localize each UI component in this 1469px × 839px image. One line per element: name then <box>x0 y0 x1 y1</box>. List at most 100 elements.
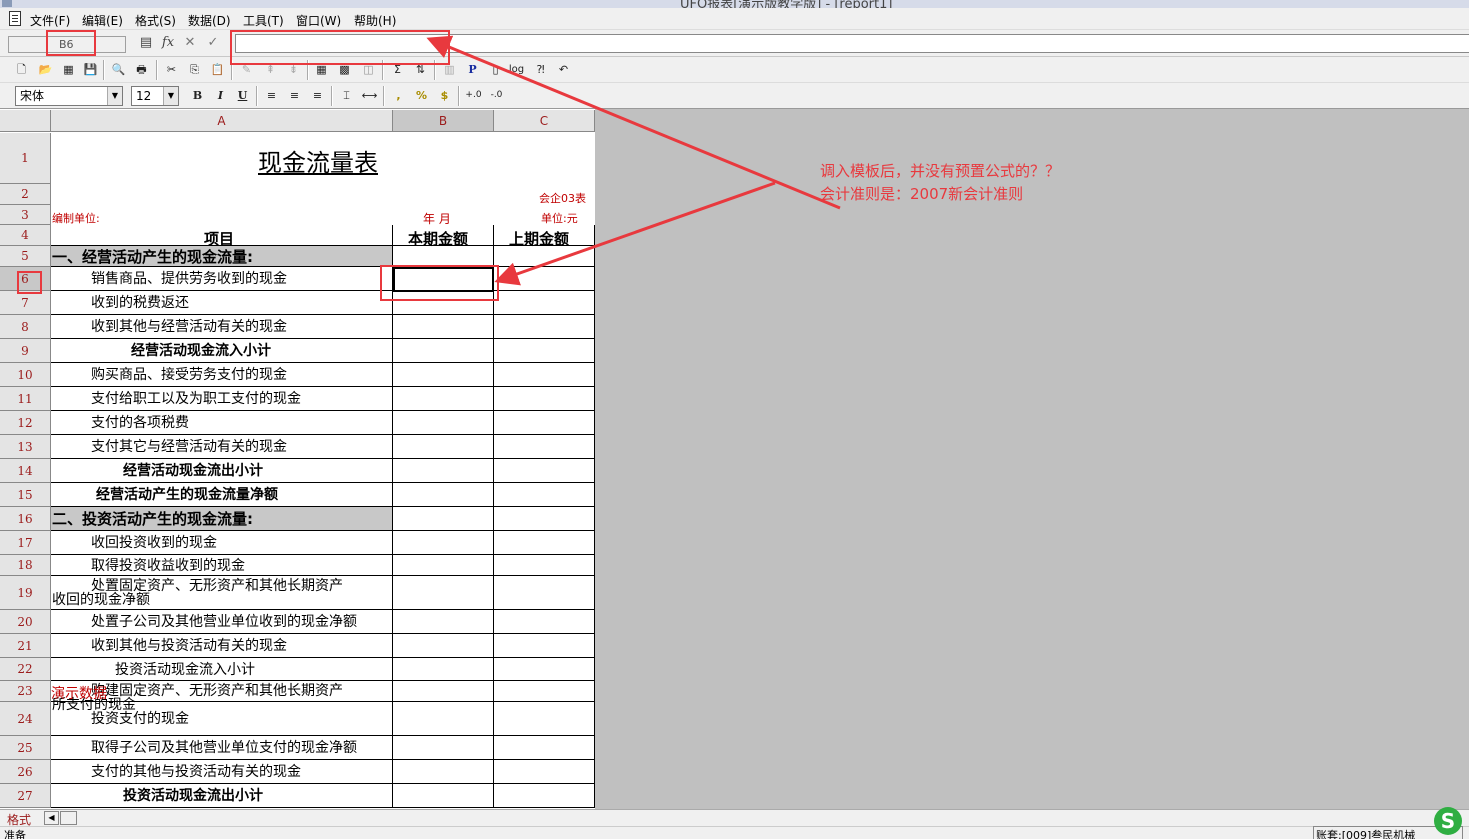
row-header[interactable]: 21 <box>0 634 51 658</box>
underline-button[interactable]: U <box>234 87 251 104</box>
row-header[interactable]: 16 <box>0 507 51 531</box>
cell-c[interactable] <box>494 736 595 760</box>
align-left-icon[interactable]: ≡ <box>263 87 280 104</box>
row-header[interactable]: 15 <box>0 483 51 507</box>
cell-c[interactable] <box>494 681 595 702</box>
row-header[interactable]: 10 <box>0 363 51 387</box>
cell-c[interactable] <box>494 291 595 315</box>
new-file-icon[interactable]: 🗋 <box>13 61 30 78</box>
row-header[interactable]: 4 <box>0 225 51 246</box>
row-header[interactable]: 2 <box>0 184 51 205</box>
open-folder-icon[interactable]: 📂 <box>37 61 54 78</box>
row-header[interactable]: 8 <box>0 315 51 339</box>
copy-icon[interactable]: ⎘ <box>186 61 203 78</box>
row-header[interactable]: 1 <box>0 133 51 184</box>
save-icon[interactable]: 💾 <box>82 61 99 78</box>
cell-b[interactable] <box>393 681 494 702</box>
print-preview-icon[interactable]: 🔍 <box>110 61 127 78</box>
column-header-c[interactable]: C <box>494 110 595 132</box>
cell-c[interactable] <box>494 507 595 531</box>
column-header-b[interactable]: B <box>393 110 494 132</box>
template-icon[interactable]: ▦ <box>60 61 77 78</box>
document-icon[interactable] <box>9 11 21 26</box>
cell-b[interactable] <box>393 315 494 339</box>
calculator-icon[interactable]: ▤ <box>137 34 155 52</box>
cell-b[interactable] <box>393 702 494 736</box>
cell-b[interactable] <box>393 658 494 681</box>
cell-b[interactable] <box>393 246 494 267</box>
cell-b[interactable] <box>393 610 494 634</box>
cell-c[interactable] <box>494 634 595 658</box>
menu-tools[interactable]: 工具(T) <box>243 12 284 29</box>
italic-button[interactable]: I <box>212 87 229 104</box>
scroll-left-icon[interactable]: ◀ <box>44 811 59 825</box>
page-icon[interactable]: ▯ <box>487 61 504 78</box>
cell-b[interactable] <box>393 634 494 658</box>
log-icon[interactable]: log <box>508 61 525 78</box>
cell-b[interactable] <box>393 736 494 760</box>
cell-c[interactable] <box>494 702 595 736</box>
undo-icon[interactable]: ↶ <box>555 61 572 78</box>
cell-b[interactable] <box>393 483 494 507</box>
row-header[interactable]: 9 <box>0 339 51 363</box>
row-header[interactable]: 20 <box>0 610 51 634</box>
align-center-icon[interactable]: ≡ <box>286 87 303 104</box>
menu-window[interactable]: 窗口(W) <box>296 12 341 29</box>
cell-c[interactable] <box>494 339 595 363</box>
cell-c[interactable] <box>494 531 595 555</box>
cell-c[interactable] <box>494 760 595 784</box>
cell-b[interactable] <box>393 784 494 808</box>
cell-b[interactable] <box>393 576 494 610</box>
cell-c[interactable] <box>494 610 595 634</box>
paste-icon[interactable]: 📋 <box>209 61 226 78</box>
row-header[interactable]: 3 <box>0 205 51 225</box>
menu-file[interactable]: 文件(F) <box>30 12 70 29</box>
vertical-align-icon[interactable]: ⌶ <box>338 87 355 104</box>
function-icon[interactable]: fx <box>159 34 177 52</box>
cell-c[interactable] <box>494 363 595 387</box>
horizontal-fit-icon[interactable]: ⟷ <box>361 87 378 104</box>
menu-data[interactable]: 数据(D) <box>188 12 231 29</box>
cancel-icon[interactable]: ✕ <box>181 34 199 52</box>
cell-b[interactable] <box>393 459 494 483</box>
cut-icon[interactable]: ✂ <box>163 61 180 78</box>
menu-edit[interactable]: 编辑(E) <box>82 12 123 29</box>
row-header[interactable]: 27 <box>0 784 51 808</box>
cell-c[interactable] <box>494 576 595 610</box>
menu-help[interactable]: 帮助(H) <box>354 12 396 29</box>
cell-b[interactable] <box>393 435 494 459</box>
cell-b[interactable] <box>393 387 494 411</box>
row-header[interactable]: 13 <box>0 435 51 459</box>
cell-c[interactable] <box>494 435 595 459</box>
cell-b[interactable] <box>393 760 494 784</box>
bold-button[interactable]: B <box>189 87 206 104</box>
percent-button[interactable]: % <box>413 87 430 104</box>
row-header[interactable]: 14 <box>0 459 51 483</box>
comma-button[interactable]: , <box>390 87 407 104</box>
menu-format[interactable]: 格式(S) <box>135 12 176 29</box>
row-header[interactable]: 26 <box>0 760 51 784</box>
font-size-select[interactable]: 12 ▼ <box>131 86 179 106</box>
currency-button[interactable]: $ <box>436 87 453 104</box>
row-header[interactable]: 17 <box>0 531 51 555</box>
row-header[interactable]: 25 <box>0 736 51 760</box>
confirm-icon[interactable]: ✓ <box>204 34 222 52</box>
cell-b[interactable] <box>393 555 494 576</box>
row-header[interactable]: 7 <box>0 291 51 315</box>
cell-b[interactable] <box>393 411 494 435</box>
help-cursor-icon[interactable]: ⁈ <box>532 61 549 78</box>
p-icon[interactable]: P <box>464 61 481 78</box>
cell-b[interactable] <box>393 363 494 387</box>
cell-c[interactable] <box>494 459 595 483</box>
row-header[interactable]: 12 <box>0 411 51 435</box>
cell-b[interactable] <box>393 507 494 531</box>
cell-c[interactable] <box>494 555 595 576</box>
select-all-corner[interactable] <box>0 110 51 132</box>
increase-decimal-button[interactable]: +.0 <box>465 87 482 104</box>
cell-c[interactable] <box>494 267 595 291</box>
row-header[interactable]: 19 <box>0 576 51 610</box>
row-header[interactable]: 23 <box>0 681 51 702</box>
decrease-decimal-button[interactable]: -.0 <box>488 87 505 104</box>
cell-c[interactable] <box>494 315 595 339</box>
row-header[interactable]: 24 <box>0 702 51 736</box>
